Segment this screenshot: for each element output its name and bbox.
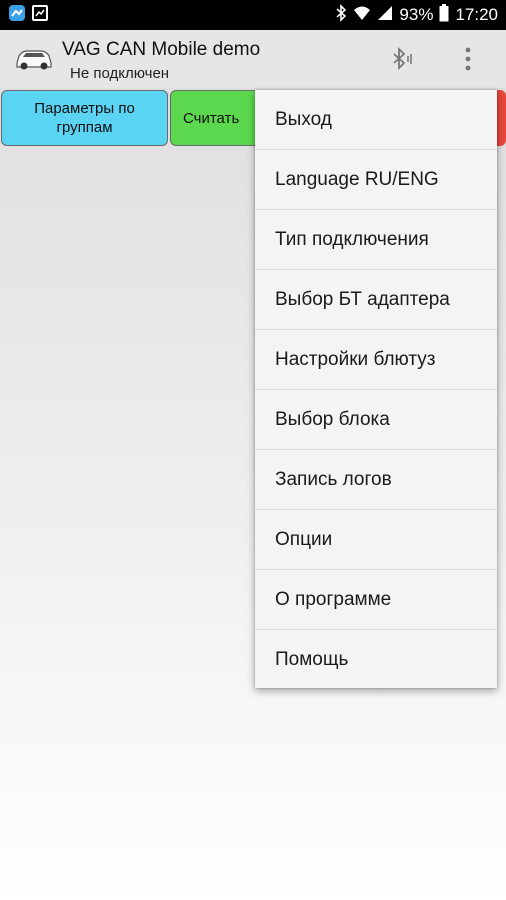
menu-item-label: Помощь [275, 649, 349, 670]
app-title: VAG CAN Mobile demo [62, 39, 261, 60]
menu-item-label: Выход [275, 108, 332, 130]
menu-item-label: Настройки блютуз [275, 348, 436, 370]
menu-item-options[interactable]: Опции [255, 510, 497, 570]
menu-item-select-unit[interactable]: Выбор блока [255, 390, 497, 450]
menu-item-label: Тип подключения [275, 228, 429, 250]
read-button-label: Считать [183, 109, 240, 127]
params-by-groups-button[interactable]: Параметры по группам [1, 90, 168, 146]
battery-icon [439, 3, 449, 27]
wifi-icon [353, 5, 371, 26]
status-bar: 93% 17:20 [0, 0, 506, 30]
menu-item-label: Запись логов [275, 468, 392, 490]
gallery-icon [32, 4, 48, 26]
menu-item-label: Опции [275, 528, 333, 550]
menu-item-bluetooth-settings[interactable]: Настройки блютуз [255, 330, 497, 390]
overflow-menu: Выход Language RU/ENG Тип подключения Вы… [255, 90, 497, 688]
menu-item-log-recording[interactable]: Запись логов [255, 450, 497, 510]
overflow-menu-icon[interactable] [462, 46, 474, 77]
bluetooth-icon [335, 3, 347, 27]
notification-app-icon [8, 4, 26, 27]
menu-item-exit[interactable]: Выход [255, 90, 497, 150]
connection-status: Не подключен [70, 65, 170, 82]
menu-item-help[interactable]: Помощь [255, 630, 497, 690]
bluetooth-icon[interactable] [389, 46, 415, 77]
car-icon [14, 46, 54, 77]
app-bar: VAG CAN Mobile demo Не подключен [0, 30, 506, 88]
menu-item-about[interactable]: О программе [255, 570, 497, 630]
menu-item-label: Выбор блока [275, 408, 390, 430]
signal-icon [377, 5, 393, 26]
params-by-groups-label: Параметры по группам [34, 100, 135, 136]
menu-item-bt-adapter[interactable]: Выбор БТ адаптера [255, 270, 497, 330]
menu-item-label: О программе [275, 588, 392, 610]
battery-percent: 93% [399, 5, 434, 24]
menu-item-connection-type[interactable]: Тип подключения [255, 210, 497, 270]
menu-item-label: Выбор БТ адаптера [275, 288, 450, 310]
clock: 17:20 [455, 5, 498, 24]
menu-item-label: Language RU/ENG [275, 168, 439, 190]
menu-item-language[interactable]: Language RU/ENG [255, 150, 497, 210]
